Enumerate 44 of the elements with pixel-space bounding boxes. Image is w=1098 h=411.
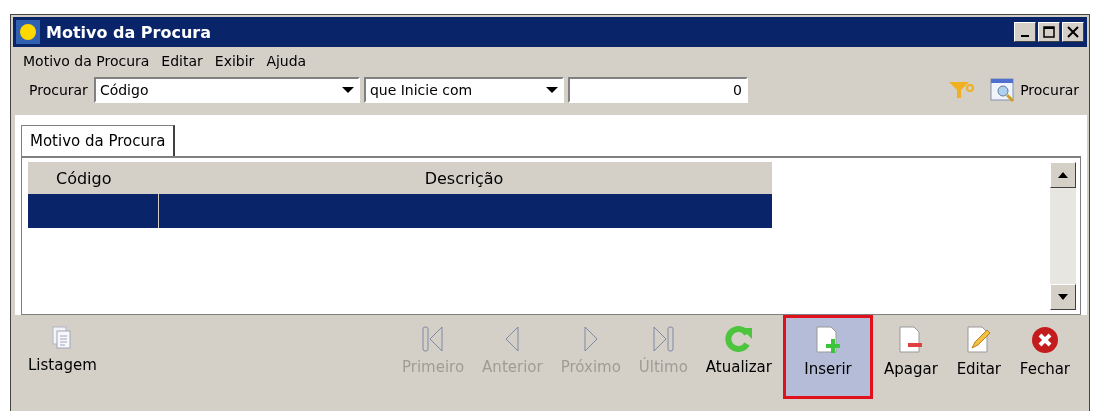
search-window-icon (990, 78, 1017, 102)
dropdown-arrow-icon (545, 86, 558, 94)
add-document-icon (816, 326, 840, 354)
toolbar-button[interactable]: Listagem (21, 315, 104, 399)
remove-document-icon (898, 326, 923, 354)
search-button[interactable]: Procurar (990, 78, 1079, 102)
skip-last-icon (652, 326, 675, 352)
scroll-up-button[interactable] (1050, 162, 1076, 188)
search-label: Procurar (29, 82, 88, 98)
menu-item[interactable]: Exibir (212, 53, 261, 69)
close-icon (1067, 26, 1079, 38)
toolbar-button[interactable]: Apagar (877, 315, 945, 399)
minimize-icon (1021, 35, 1029, 37)
previous-icon (505, 326, 520, 352)
toolbar-button[interactable]: Fechar (1012, 315, 1077, 399)
next-icon (583, 326, 598, 352)
toolbar-button[interactable]: Atualizar (698, 315, 779, 399)
skip-first-icon (422, 326, 445, 352)
scroll-down-button[interactable] (1050, 284, 1076, 310)
close-icon (1030, 326, 1059, 354)
minimize-button[interactable] (1014, 22, 1036, 42)
field-dropdown[interactable]: Código (93, 77, 360, 103)
up-arrow-icon (1058, 172, 1068, 178)
menu-item[interactable]: Editar (159, 53, 209, 69)
tab[interactable]: Motivo da Procura (21, 125, 176, 156)
toolbar-button[interactable]: Editar (948, 315, 1009, 399)
documents-icon (52, 326, 73, 350)
menu-item[interactable]: Ajuda (264, 53, 313, 69)
app-icon (16, 20, 40, 44)
search-field[interactable]: 0 (567, 77, 748, 103)
menu-item[interactable]: Motivo da Procura (21, 53, 156, 69)
edit-document-icon (966, 326, 991, 354)
dropdown-arrow-icon (341, 86, 354, 94)
window-title: Motivo da Procura (46, 22, 213, 42)
refresh-icon (724, 326, 753, 352)
column-header[interactable]: Descrição (156, 168, 772, 188)
close-button[interactable] (1062, 22, 1084, 42)
down-arrow-icon (1058, 294, 1068, 300)
toolbar-button[interactable]: Inserir (783, 315, 873, 399)
scrollbar[interactable] (1050, 162, 1076, 310)
maximize-icon (1043, 26, 1055, 38)
maximize-button[interactable] (1038, 22, 1060, 42)
operator-dropdown[interactable]: que Inicie com (363, 77, 564, 103)
column-header[interactable]: Código (28, 168, 156, 188)
